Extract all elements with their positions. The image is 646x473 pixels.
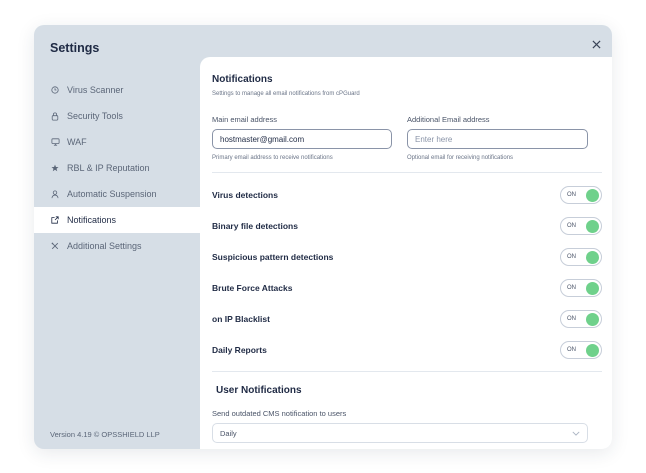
toggle-row-brute-force-attacks: Brute Force Attacks ON	[212, 278, 602, 298]
sidebar-item-virus-scanner[interactable]: Virus Scanner	[34, 77, 200, 103]
star-icon	[50, 163, 60, 173]
notifications-panel: Notifications Settings to manage all ema…	[200, 57, 612, 449]
toggle-state: ON	[567, 285, 576, 291]
divider	[212, 371, 602, 372]
sidebar-item-label: Automatic Suspension	[67, 189, 157, 199]
section-title: Notifications	[212, 74, 273, 85]
toggle-row-suspicious-pattern-detections: Suspicious pattern detections ON	[212, 247, 602, 267]
sidebar: Virus Scanner Security Tools WAF RBL & I…	[34, 77, 200, 259]
toggle-label: on IP Blacklist	[212, 314, 270, 324]
chevron-down-icon	[572, 431, 580, 436]
lock-icon	[50, 111, 60, 121]
cms-frequency-select[interactable]: Daily	[212, 423, 588, 443]
sidebar-item-additional-settings[interactable]: Additional Settings	[34, 233, 200, 259]
toggle-label: Suspicious pattern detections	[212, 252, 334, 262]
main-email-field[interactable]	[212, 129, 392, 149]
toggle-state: ON	[567, 223, 576, 229]
binary-file-detections-toggle[interactable]: ON	[560, 217, 602, 235]
select-value: Daily	[220, 428, 237, 438]
sidebar-item-label: WAF	[67, 137, 87, 147]
suspicious-pattern-detections-toggle[interactable]: ON	[560, 248, 602, 266]
sidebar-item-label: Notifications	[67, 215, 117, 225]
toggle-state: ON	[567, 316, 576, 322]
toggle-label: Brute Force Attacks	[212, 283, 293, 293]
cms-notification-label: Send outdated CMS notification to users	[212, 409, 347, 418]
clock-icon	[50, 85, 60, 95]
ip-blacklist-toggle[interactable]: ON	[560, 310, 602, 328]
additional-email-label: Additional Email address	[407, 115, 490, 124]
toggle-row-ip-blacklist: on IP Blacklist ON	[212, 309, 602, 329]
main-email-help: Primary email address to receive notific…	[212, 155, 333, 161]
toggle-state: ON	[567, 347, 576, 353]
toggle-row-binary-file-detections: Binary file detections ON	[212, 216, 602, 236]
virus-detections-toggle[interactable]: ON	[560, 186, 602, 204]
sidebar-item-waf[interactable]: WAF	[34, 129, 200, 155]
user-notifications-title: User Notifications	[216, 385, 302, 396]
tools-icon	[50, 241, 60, 251]
sidebar-item-label: RBL & IP Reputation	[67, 163, 150, 173]
additional-email-help: Optional email for receiving notificatio…	[407, 155, 514, 161]
toggle-label: Binary file detections	[212, 221, 298, 231]
toggle-knob	[586, 250, 599, 264]
sidebar-item-label: Security Tools	[67, 111, 123, 121]
toggle-row-virus-detections: Virus detections ON	[212, 185, 602, 205]
toggle-knob	[586, 312, 599, 326]
section-subtitle: Settings to manage all email notificatio…	[212, 91, 360, 97]
additional-email-field[interactable]	[407, 129, 588, 149]
divider	[212, 172, 602, 173]
sidebar-item-label: Virus Scanner	[67, 85, 124, 95]
toggle-knob	[586, 281, 599, 295]
toggle-knob	[586, 219, 599, 233]
toggle-label: Daily Reports	[212, 345, 267, 355]
main-email-label: Main email address	[212, 115, 278, 124]
toggle-row-daily-reports: Daily Reports ON	[212, 340, 602, 360]
sidebar-item-notifications[interactable]: Notifications	[34, 207, 200, 233]
toggle-knob	[586, 343, 599, 357]
window-title: Settings	[50, 41, 100, 55]
toggle-state: ON	[567, 192, 576, 198]
close-icon	[591, 39, 601, 49]
external-link-icon	[50, 215, 60, 225]
brute-force-attacks-toggle[interactable]: ON	[560, 279, 602, 297]
user-icon	[50, 189, 60, 199]
toggle-label: Virus detections	[212, 190, 278, 200]
toggle-state: ON	[567, 254, 576, 260]
close-button[interactable]	[588, 36, 604, 52]
sidebar-item-security-tools[interactable]: Security Tools	[34, 103, 200, 129]
settings-window: Settings Virus Scanner Security Tools WA…	[34, 25, 612, 449]
sidebar-item-rbl-ip-reputation[interactable]: RBL & IP Reputation	[34, 155, 200, 181]
daily-reports-toggle[interactable]: ON	[560, 341, 602, 359]
version-text: Version 4.19 © OPSSHIELD LLP	[50, 430, 160, 439]
sidebar-item-label: Additional Settings	[67, 241, 142, 251]
sidebar-item-automatic-suspension[interactable]: Automatic Suspension	[34, 181, 200, 207]
toggle-knob	[586, 188, 599, 202]
monitor-icon	[50, 137, 60, 147]
